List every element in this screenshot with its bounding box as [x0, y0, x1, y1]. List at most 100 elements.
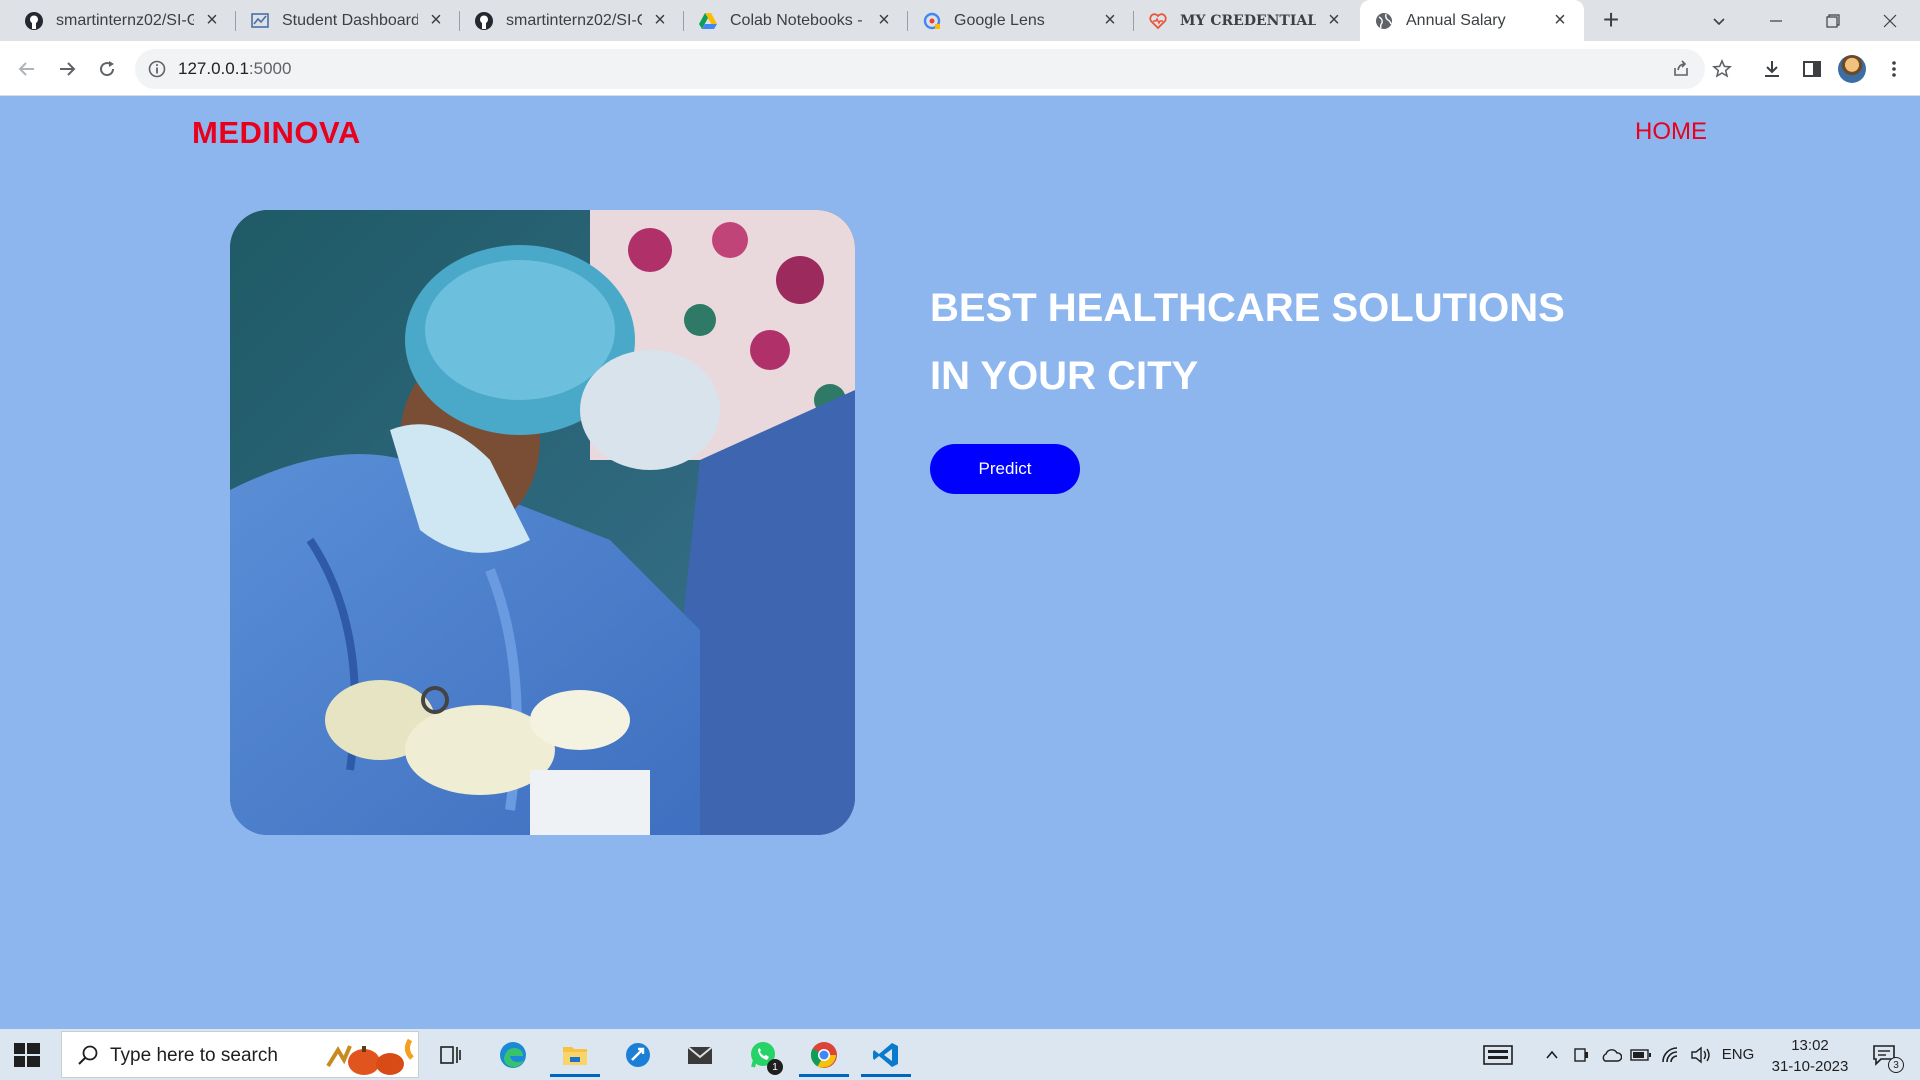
tray-volume[interactable]: [1688, 1029, 1714, 1080]
new-tab-button[interactable]: +: [1597, 4, 1625, 35]
close-icon[interactable]: ×: [650, 9, 670, 31]
file-explorer-app[interactable]: [550, 1033, 600, 1077]
arrow-left-icon: [18, 62, 34, 76]
file-explorer-icon: [563, 1047, 587, 1065]
dashboard-icon: [250, 11, 270, 31]
close-icon: [1883, 14, 1897, 27]
search-placeholder: Type here to search: [110, 1045, 278, 1066]
tray-device[interactable]: [1568, 1029, 1594, 1080]
restore-icon: [1826, 13, 1840, 28]
touch-keyboard-button[interactable]: [1480, 1029, 1516, 1080]
heart-icon: [1148, 11, 1168, 31]
vscode-app[interactable]: [861, 1033, 911, 1077]
task-view-button[interactable]: [425, 1033, 475, 1077]
predict-button[interactable]: Predict: [930, 444, 1080, 494]
side-panel-icon: [1803, 61, 1821, 77]
tab-github-2[interactable]: smartinternz02/SI-Gu ×: [460, 0, 684, 41]
url-host: 127.0.0.1: [178, 59, 249, 78]
tab-search-button[interactable]: [1691, 0, 1747, 41]
task-view-icon: [440, 1046, 461, 1064]
restore-button[interactable]: [1805, 0, 1861, 41]
halloween-pumpkin-icon: [326, 1038, 414, 1075]
tab-title: smartinternz02/SI-Gu: [56, 11, 194, 29]
close-window-button[interactable]: [1862, 0, 1918, 41]
close-icon[interactable]: ×: [202, 9, 222, 31]
chevron-up-icon: [1546, 1050, 1558, 1059]
side-panel-button[interactable]: [1796, 53, 1828, 85]
bookmark-button[interactable]: [1706, 53, 1738, 85]
nav-home-link[interactable]: HOME: [1635, 118, 1707, 146]
close-icon[interactable]: ×: [1324, 9, 1344, 31]
google-drive-icon: [698, 11, 718, 31]
taskbar-clock[interactable]: 13:02 31-10-2023: [1760, 1035, 1860, 1077]
share-button[interactable]: [1665, 53, 1697, 85]
show-hidden-icons-button[interactable]: [1540, 1029, 1564, 1080]
headline-line-2: IN YOUR CITY: [930, 354, 1199, 398]
back-button[interactable]: [11, 53, 43, 85]
cloud-icon: [1602, 1048, 1622, 1062]
tab-title: MY CREDENTIALS &: [1180, 12, 1316, 29]
chevron-down-icon: [1713, 17, 1725, 25]
tab-title: Annual Salary: [1406, 11, 1506, 29]
whatsapp-badge: 1: [767, 1059, 783, 1075]
battery-icon: [1630, 1048, 1651, 1061]
hero-headline: BEST HEALTHCARE SOLUTIONS IN YOUR CITY: [930, 274, 1630, 410]
tray-onedrive[interactable]: [1598, 1029, 1624, 1080]
language-indicator[interactable]: ENG: [1718, 1029, 1758, 1080]
tab-google-lens[interactable]: Google Lens ×: [908, 0, 1134, 41]
clock-time: 13:02: [1791, 1037, 1829, 1054]
app-icon: [626, 1043, 650, 1067]
share-icon: [1674, 60, 1688, 76]
tray-wifi[interactable]: [1658, 1029, 1684, 1080]
windows-taskbar: Type here to search 1 ENG 13:02 31-10-20…: [0, 1029, 1920, 1080]
browser-tab-strip: smartinternz02/SI-Gu × Student Dashboard…: [0, 0, 1920, 41]
tray-battery[interactable]: [1628, 1029, 1654, 1080]
address-bar[interactable]: 127.0.0.1:5000: [135, 49, 1705, 89]
close-icon[interactable]: ×: [1100, 9, 1120, 31]
close-icon[interactable]: ×: [874, 9, 894, 31]
close-icon[interactable]: ×: [426, 9, 446, 31]
reload-button[interactable]: [91, 53, 123, 85]
chrome-app[interactable]: [799, 1033, 849, 1077]
avatar[interactable]: [1838, 55, 1866, 83]
notification-center-button[interactable]: 3: [1864, 1029, 1904, 1080]
keyboard-icon: [1483, 1044, 1513, 1065]
info-icon[interactable]: [147, 59, 167, 79]
browser-toolbar: 127.0.0.1:5000: [0, 41, 1920, 96]
tab-colab[interactable]: Colab Notebooks - G ×: [684, 0, 908, 41]
url-text[interactable]: 127.0.0.1:5000: [178, 59, 291, 79]
downloads-button[interactable]: [1756, 53, 1788, 85]
device-icon: [1574, 1047, 1588, 1062]
download-icon: [1765, 61, 1779, 77]
whatsapp-app[interactable]: 1: [738, 1033, 788, 1077]
edge-app[interactable]: [488, 1033, 538, 1077]
menu-button[interactable]: [1878, 53, 1910, 85]
tab-title: smartinternz02/SI-Gu: [506, 11, 642, 29]
close-icon[interactable]: ×: [1550, 9, 1570, 31]
github-icon: [474, 11, 494, 31]
mail-app[interactable]: [675, 1033, 725, 1077]
more-vert-icon: [1892, 61, 1896, 77]
pinned-app[interactable]: [613, 1033, 663, 1077]
notification-badge: 3: [1888, 1057, 1904, 1073]
taskbar-search-box[interactable]: Type here to search: [61, 1031, 419, 1078]
tab-student-dashboard[interactable]: Student Dashboard ×: [236, 0, 460, 41]
reload-icon: [100, 61, 115, 77]
minimize-button[interactable]: [1748, 0, 1804, 41]
headline-line-1: BEST HEALTHCARE SOLUTIONS: [930, 286, 1565, 330]
tab-annual-salary[interactable]: Annual Salary ×: [1360, 0, 1584, 41]
clock-date: 31-10-2023: [1771, 1058, 1849, 1075]
tab-my-credentials[interactable]: MY CREDENTIALS & ×: [1134, 0, 1358, 41]
chrome-icon: [810, 1042, 837, 1068]
url-port: :5000: [248, 59, 292, 78]
github-icon: [24, 11, 44, 31]
edge-icon: [500, 1042, 526, 1068]
globe-icon: [1374, 11, 1394, 31]
search-icon: [78, 1045, 98, 1065]
windows-start-icon[interactable]: [12, 1040, 42, 1070]
star-icon: [1712, 59, 1732, 78]
wifi-icon: [1662, 1046, 1678, 1062]
brand-logo[interactable]: MEDINOVA: [192, 115, 361, 151]
forward-button[interactable]: [51, 53, 83, 85]
tab-github-1[interactable]: smartinternz02/SI-Gu ×: [10, 0, 236, 41]
